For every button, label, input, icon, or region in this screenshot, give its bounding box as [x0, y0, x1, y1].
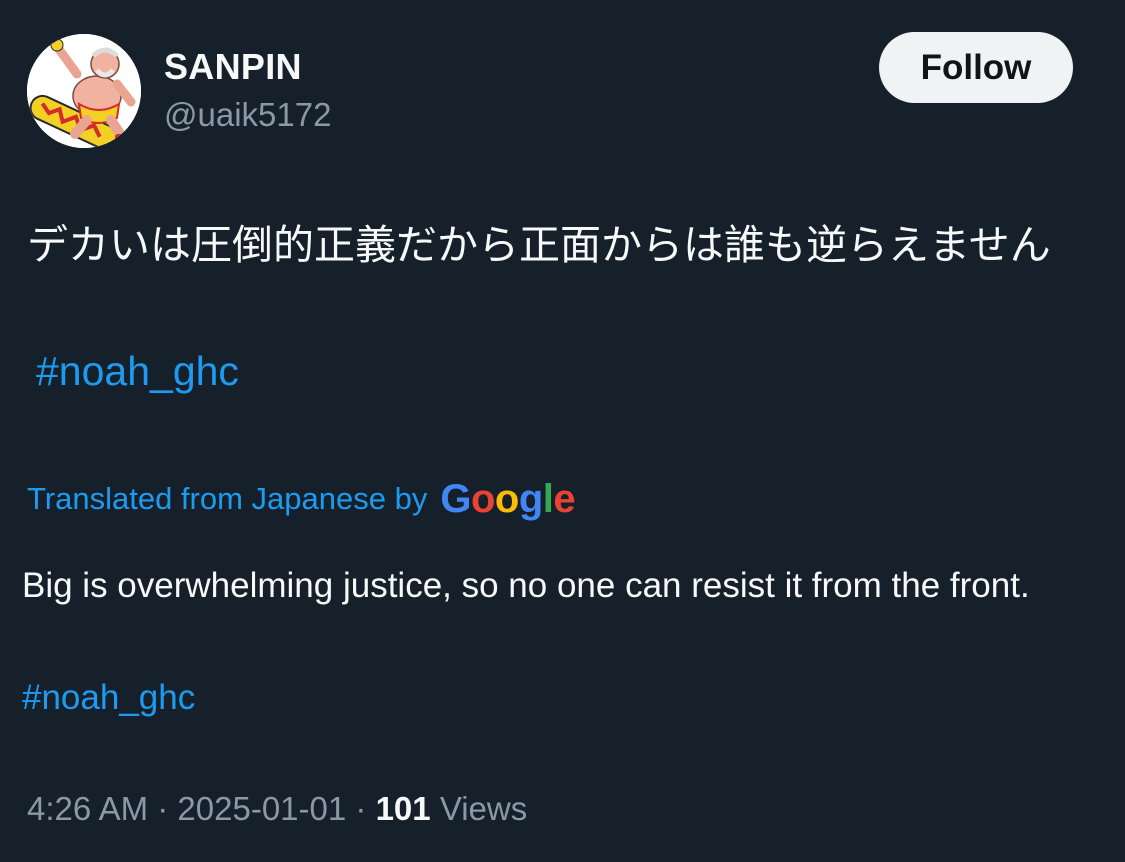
google-letter: G [440, 476, 471, 521]
google-logo: Google [440, 477, 575, 522]
tweet-text-original: デカいは圧倒的正義だから正面からは誰も逆らえません [27, 221, 1051, 269]
google-letter: o [470, 476, 495, 521]
avatar-illustration [27, 34, 141, 148]
tweet-meta: 4:26 AM · 2025-01-01 · 101 Views [27, 790, 527, 828]
tweet-time[interactable]: 4:26 AM [27, 790, 148, 827]
hashtag-label[interactable]: #noah_ghc [36, 348, 239, 394]
hashtag-link-original[interactable]: #noah_ghc [36, 340, 239, 402]
follow-button[interactable]: Follow [879, 32, 1073, 103]
google-letter: l [542, 476, 554, 521]
hashtag-label[interactable]: #noah_ghc [22, 678, 195, 717]
display-name[interactable]: SANPIN [164, 46, 302, 88]
avatar[interactable] [27, 34, 141, 148]
views-label[interactable]: Views [440, 790, 527, 827]
user-handle[interactable]: @uaik5172 [164, 96, 331, 134]
separator: · [157, 790, 169, 827]
separator: · [355, 790, 367, 827]
tweet-card: SANPIN @uaik5172 Follow デカいは圧倒的正義だから正面から… [0, 0, 1125, 862]
views-count[interactable]: 101 [376, 790, 431, 827]
google-letter: g [518, 476, 543, 521]
google-letter: e [553, 476, 576, 521]
hashtag-link-translation[interactable]: #noah_ghc [22, 670, 195, 726]
google-letter: o [494, 476, 519, 521]
tweet-date[interactable]: 2025-01-01 [177, 790, 346, 827]
tweet-text-translation: Big is overwhelming justice, so no one c… [22, 566, 1030, 605]
translation-label[interactable]: Translated from Japanese by [27, 481, 427, 517]
translation-attribution[interactable]: Translated from Japanese by Google [27, 474, 576, 524]
